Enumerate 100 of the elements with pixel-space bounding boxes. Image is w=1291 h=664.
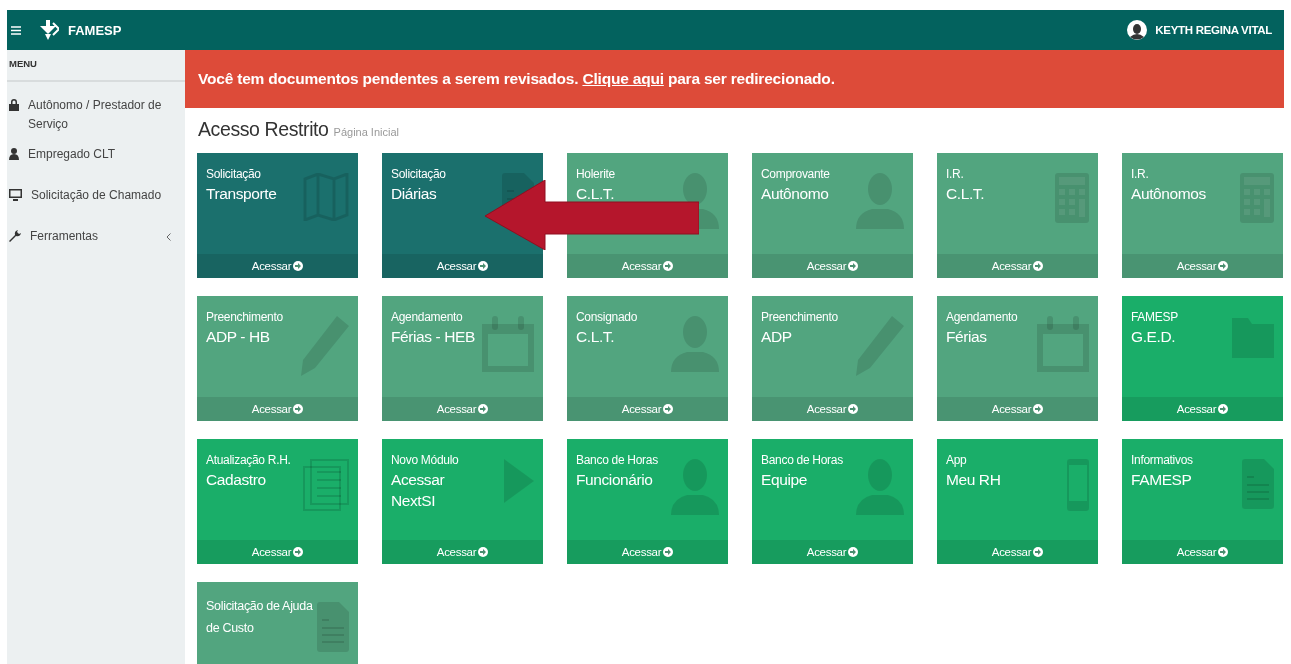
arrow-circle-icon	[1033, 404, 1044, 414]
calendar-icon	[482, 316, 534, 372]
arrow-circle-icon	[848, 547, 859, 557]
document-icon	[317, 602, 349, 652]
module-tile[interactable]: Consignado C.L.T. Acessar	[567, 296, 728, 421]
sidebar-item[interactable]: Ferramentas	[7, 227, 185, 257]
access-link[interactable]: Acessar	[991, 403, 1044, 415]
module-tile[interactable]: Banco de Horas Equipe Acessar	[752, 439, 913, 564]
arrow-circle-icon	[293, 547, 304, 557]
access-link[interactable]: Acessar	[1176, 260, 1229, 272]
access-link[interactable]: Acessar	[251, 546, 304, 558]
tile-label: Solicitação	[391, 166, 446, 183]
tile-title: Férias	[946, 327, 987, 347]
tile-label: Novo Módulo	[391, 452, 459, 469]
module-tile[interactable]: App Meu RH Acessar	[937, 439, 1098, 564]
access-link[interactable]: Acessar	[1176, 403, 1229, 415]
breadcrumb: Página Inicial	[333, 126, 399, 138]
tile-title: Autônomos	[1131, 184, 1206, 204]
arrow-circle-icon	[293, 404, 304, 414]
module-tile[interactable]: Atualização R.H. Cadastro Acessar	[197, 439, 358, 564]
arrow-circle-icon	[1218, 404, 1229, 414]
module-tile[interactable]: Agendamento Férias Acessar	[937, 296, 1098, 421]
module-tile[interactable]: Informativos FAMESP Acessar	[1122, 439, 1283, 564]
tile-label: Atualização R.H.	[206, 452, 291, 469]
tile-label: Consignado	[576, 309, 638, 326]
menu-icon[interactable]	[11, 25, 21, 35]
arrow-circle-icon	[1218, 547, 1229, 557]
module-tile[interactable]: I.R. C.L.T. Acessar	[937, 153, 1098, 278]
tile-label: I.R.	[1131, 166, 1149, 183]
access-link[interactable]: Acessar	[806, 546, 859, 558]
tile-label: Banco de Horas	[761, 452, 843, 469]
access-link[interactable]: Acessar	[621, 546, 674, 558]
access-link[interactable]: Acessar	[621, 260, 674, 272]
arrow-circle-icon	[478, 404, 489, 414]
access-link[interactable]: Acessar	[436, 546, 489, 558]
tile-title: C.L.T.	[946, 184, 985, 204]
module-tile[interactable]: Comprovante Autônomo Acessar	[752, 153, 913, 278]
module-tile[interactable]: Solicitação de Ajuda de Custo	[197, 582, 358, 664]
module-tile[interactable]: Solicitação Transporte Acessar	[197, 153, 358, 278]
redirect-link[interactable]: Clique aqui	[582, 70, 664, 87]
tile-title: Autônomo	[761, 184, 829, 204]
access-link[interactable]: Acessar	[436, 403, 489, 415]
tile-label: I.R.	[946, 166, 964, 183]
access-link[interactable]: Acessar	[436, 260, 489, 272]
tile-title: Funcionário	[576, 470, 653, 490]
arrow-circle-icon	[848, 404, 859, 414]
sidebar-item[interactable]: Empregado CLT	[7, 145, 185, 175]
arrow-circle-icon	[663, 547, 674, 557]
tile-title: C.L.T.	[576, 327, 615, 347]
arrow-circle-icon	[663, 261, 674, 271]
wrench-icon	[9, 230, 21, 242]
access-link[interactable]: Acessar	[251, 403, 304, 415]
arrow-circle-icon	[848, 261, 859, 271]
access-link[interactable]: Acessar	[991, 260, 1044, 272]
access-link[interactable]: Acessar	[806, 403, 859, 415]
module-tile[interactable]: Preenchimento ADP Acessar	[752, 296, 913, 421]
access-link[interactable]: Acessar	[991, 546, 1044, 558]
tile-label: Banco de Horas	[576, 452, 658, 469]
lock-icon	[9, 99, 19, 111]
arrow-circle-icon	[478, 547, 489, 557]
arrow-circle-icon	[1033, 547, 1044, 557]
alert-banner: Você tem documentos pendentes a serem revisados. Clique aqui para ser redirecionado.	[185, 50, 1284, 108]
access-link[interactable]: Acessar	[806, 260, 859, 272]
module-tile[interactable]: Solicitação Diárias Acessar	[382, 153, 543, 278]
arrow-circle-icon	[293, 261, 304, 271]
tile-label: Agendamento	[946, 309, 1018, 326]
tile-label: Agendamento	[391, 309, 463, 326]
tile-title: Meu RH	[946, 470, 1001, 490]
tile-title: ADP	[761, 327, 792, 347]
tile-label: FAMESP	[1131, 309, 1178, 326]
list-icon	[303, 459, 349, 511]
tile-title: Equipe	[761, 470, 807, 490]
tile-title: FAMESP	[1131, 470, 1192, 490]
user-name[interactable]: KEYTH REGINA VITAL	[1155, 24, 1272, 36]
arrow-circle-icon	[1218, 261, 1229, 271]
module-tile[interactable]: Agendamento Férias - HEB Acessar	[382, 296, 543, 421]
brand-name[interactable]: FAMESP	[68, 22, 122, 38]
access-link[interactable]: Acessar	[621, 403, 674, 415]
module-tile[interactable]: Banco de Horas Funcionário Acessar	[567, 439, 728, 564]
module-tile[interactable]: Novo Módulo Acessar NextSI Acessar	[382, 439, 543, 564]
sidebar-item[interactable]: Autônomo / Prestador de Serviço	[7, 96, 185, 134]
tile-label: Solicitação de Ajuda de Custo	[206, 598, 314, 637]
sidebar-item[interactable]: Solicitação de Chamado	[7, 186, 185, 216]
tile-label: Informativos	[1131, 452, 1193, 469]
avatar-icon[interactable]	[1127, 20, 1148, 40]
module-tile[interactable]: I.R. Autônomos Acessar	[1122, 153, 1283, 278]
tile-label: Preenchimento	[761, 309, 838, 326]
tile-label: Holerite	[576, 166, 615, 183]
arrow-circle-icon	[663, 404, 674, 414]
tile-title: Cadastro	[206, 470, 266, 490]
tile-title: C.L.T.	[576, 184, 615, 204]
tile-label: Preenchimento	[206, 309, 283, 326]
tile-label: App	[946, 452, 967, 469]
module-tile[interactable]: FAMESP G.E.D. Acessar	[1122, 296, 1283, 421]
access-link[interactable]: Acessar	[251, 260, 304, 272]
tile-label: Comprovante	[761, 166, 830, 183]
page-title: Acesso Restrito	[198, 118, 329, 141]
module-tile[interactable]: Preenchimento ADP - HB Acessar	[197, 296, 358, 421]
access-link[interactable]: Acessar	[1176, 546, 1229, 558]
tile-title: Acessar NextSI	[391, 470, 446, 511]
